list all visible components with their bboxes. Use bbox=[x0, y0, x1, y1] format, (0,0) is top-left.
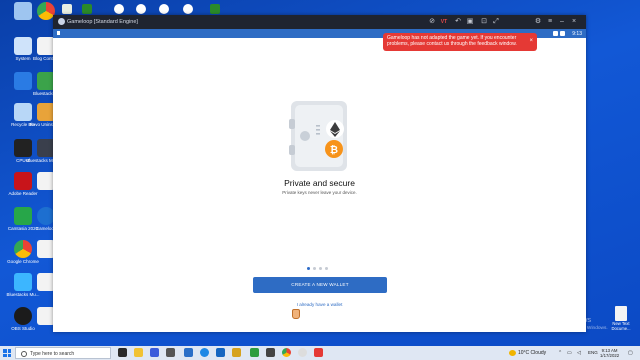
watermark-subtitle: Go to Settings to activate Windows. bbox=[532, 326, 608, 331]
camtasia-taskbar-icon[interactable] bbox=[250, 348, 259, 357]
network-tray-icon[interactable]: ▭ bbox=[567, 350, 572, 356]
safe-illustration: ₿ bbox=[289, 101, 347, 171]
obs-icon[interactable] bbox=[114, 4, 124, 14]
search-icon bbox=[21, 351, 27, 357]
store-icon[interactable] bbox=[166, 348, 175, 357]
toast-message: Gameloop has not adapted the game yet. I… bbox=[387, 35, 517, 47]
watermark-title: Activate Windows bbox=[532, 315, 592, 324]
svg-text:₿: ₿ bbox=[330, 144, 338, 156]
title-bar: Gameloop [Standard Engine] ⊘ VT ↶ ▣ ⊡ ⤢ … bbox=[53, 15, 586, 29]
page-dot[interactable] bbox=[325, 267, 328, 270]
excel-icon[interactable] bbox=[210, 4, 220, 14]
taskbar: Type here to search 10°C Cloudy ⌃ ▭ ◁ EN… bbox=[0, 346, 640, 360]
minimize-icon[interactable]: – bbox=[557, 17, 567, 27]
app-taskbar-icon[interactable] bbox=[298, 348, 307, 357]
create-wallet-button[interactable]: CREATE A NEW WALLET bbox=[253, 277, 387, 293]
mail-icon[interactable] bbox=[150, 348, 159, 357]
clock-date: 1/17/2022 bbox=[600, 352, 620, 358]
chrome-taskbar-icon[interactable] bbox=[282, 348, 291, 357]
word-icon[interactable] bbox=[216, 348, 225, 357]
page-indicator bbox=[307, 257, 331, 275]
excel-icon[interactable] bbox=[82, 4, 92, 14]
obs-icon[interactable] bbox=[183, 4, 193, 14]
error-toast: Gameloop has not adapted the game yet. I… bbox=[383, 33, 537, 51]
obs-icon[interactable] bbox=[136, 4, 146, 14]
notification-icon[interactable]: ▢ bbox=[628, 350, 633, 356]
settings-app-icon[interactable] bbox=[184, 348, 193, 357]
clock-time: 9:13 AM bbox=[601, 347, 618, 353]
window-title: Gameloop [Standard Engine] bbox=[67, 19, 138, 25]
search-placeholder: Type here to search bbox=[30, 351, 75, 357]
close-icon[interactable]: × bbox=[569, 17, 579, 27]
obs-icon[interactable] bbox=[159, 4, 169, 14]
desktop-icon[interactable]: New Text Docume... bbox=[610, 306, 632, 331]
gamepad-icon[interactable]: ▣ bbox=[465, 17, 475, 27]
toast-close-icon[interactable]: × bbox=[529, 38, 533, 44]
page-dot[interactable] bbox=[319, 267, 322, 270]
mouse-cursor-icon bbox=[292, 309, 300, 319]
back-icon[interactable]: ↶ bbox=[453, 17, 463, 27]
bug-icon[interactable]: ⊘ bbox=[427, 17, 437, 27]
taskbar-clock[interactable]: 9:13 AM 1/17/2022 bbox=[600, 348, 619, 358]
fullscreen-icon[interactable]: ⤢ bbox=[491, 17, 501, 27]
emulator-window: Gameloop [Standard Engine] ⊘ VT ↶ ▣ ⊡ ⤢ … bbox=[53, 15, 586, 332]
gameloop-taskbar-icon[interactable] bbox=[314, 348, 323, 357]
language-indicator[interactable]: ENG bbox=[588, 350, 598, 355]
text-document-icon bbox=[615, 306, 627, 321]
onboarding-subline: Private keys never leave your device. bbox=[282, 190, 357, 195]
sd-card-icon bbox=[57, 31, 60, 35]
settings-icon[interactable]: ⚙ bbox=[533, 17, 543, 27]
page-dot[interactable] bbox=[313, 267, 316, 270]
status-time: 9:13 bbox=[572, 31, 582, 37]
folder-icon[interactable] bbox=[232, 348, 241, 357]
tray-chevron-icon[interactable]: ⌃ bbox=[558, 350, 562, 356]
activation-watermark: Activate Windows Go to Settings to activ… bbox=[532, 315, 608, 331]
edge-icon[interactable] bbox=[200, 348, 209, 357]
app-icon[interactable] bbox=[62, 4, 72, 14]
battery-icon bbox=[560, 31, 565, 36]
windows-start-icon[interactable] bbox=[3, 349, 11, 357]
task-view-icon[interactable] bbox=[118, 348, 127, 357]
weather-text[interactable]: 10°C Cloudy bbox=[518, 350, 546, 356]
weather-icon[interactable] bbox=[509, 350, 516, 356]
file-explorer-icon[interactable] bbox=[134, 348, 143, 357]
volume-icon[interactable]: ◁ bbox=[577, 350, 581, 356]
app-taskbar-icon[interactable] bbox=[266, 348, 275, 357]
menu-icon[interactable]: ≡ bbox=[545, 17, 555, 27]
gameloop-logo-icon bbox=[58, 18, 65, 25]
page-dot[interactable] bbox=[307, 267, 310, 270]
onboarding-headline: Private and secure bbox=[284, 178, 355, 188]
vt-icon[interactable]: VT bbox=[439, 17, 449, 27]
taskbar-search-box[interactable]: Type here to search bbox=[15, 347, 111, 359]
wifi-icon bbox=[553, 31, 558, 36]
existing-wallet-link[interactable]: I already have a wallet bbox=[53, 302, 586, 307]
screenshot-icon[interactable]: ⊡ bbox=[479, 17, 489, 27]
